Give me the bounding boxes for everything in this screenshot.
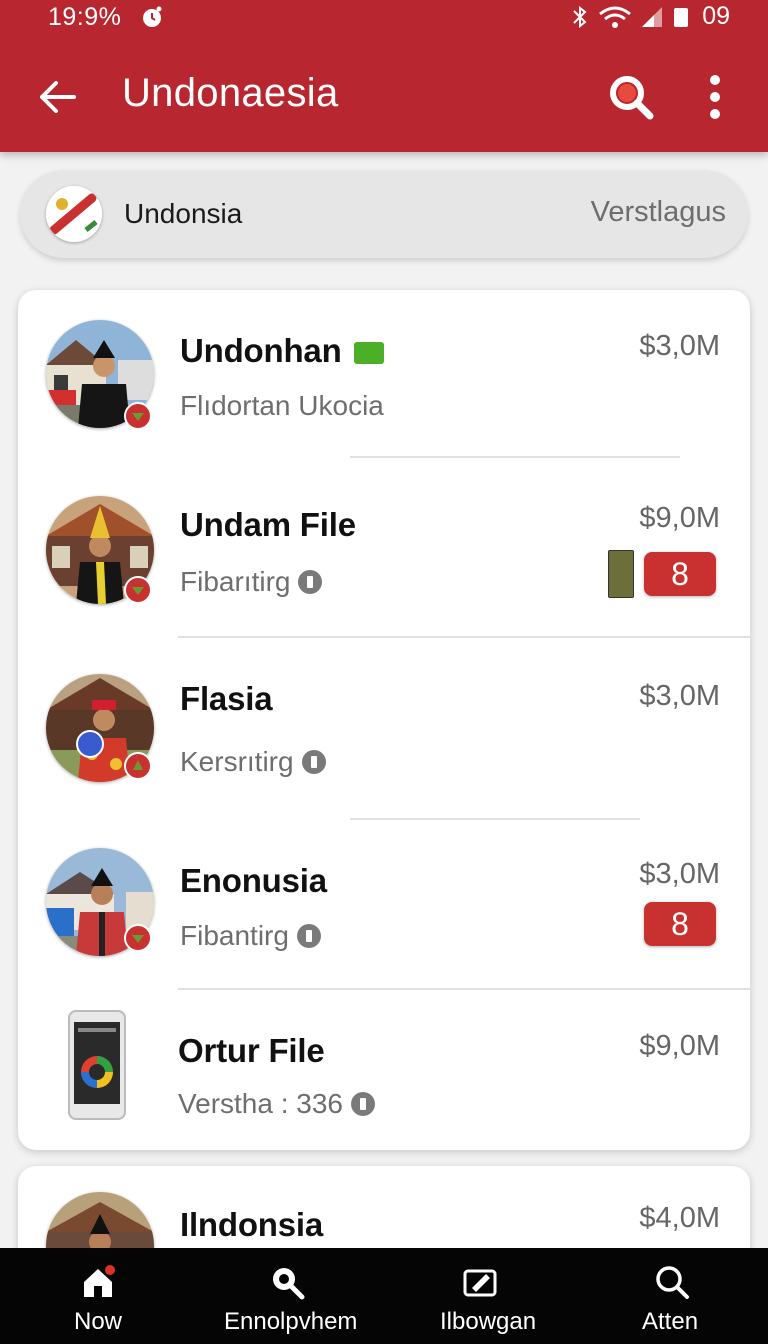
search-filter-label[interactable]: Verstlagus <box>591 196 726 229</box>
item-name: Ortur File <box>178 1032 325 1069</box>
nav-item-now[interactable]: Now <box>58 1248 138 1344</box>
item-subtitle: Kersrıtirg <box>180 746 326 778</box>
lock-icon <box>351 1092 376 1116</box>
app-bar: Undonaesia <box>0 52 768 142</box>
bluetooth-icon <box>573 5 587 28</box>
home-icon <box>84 1265 115 1297</box>
phone-icon <box>68 1010 126 1120</box>
nav-label: Now <box>74 1308 123 1335</box>
search-field[interactable]: Undonsia Verstlagus <box>20 170 748 258</box>
item-name: Flasia <box>180 680 273 717</box>
divider <box>178 636 750 638</box>
item-price: $9,0M <box>639 502 720 534</box>
edit-icon <box>463 1269 497 1297</box>
list-item[interactable]: Undam File Fibarıtirg $9,0M 8 <box>18 460 750 636</box>
list-item[interactable]: Ortur File Verstha : 336 $9,0M <box>18 990 750 1150</box>
search-icon[interactable] <box>606 72 656 122</box>
status-badge-icon <box>124 402 152 430</box>
lock-icon <box>301 750 326 774</box>
status-icons: 09 <box>570 2 730 31</box>
nav-label: Atten <box>642 1308 699 1335</box>
nav-item-ilbowgan[interactable]: Ilbowgan <box>430 1248 550 1344</box>
item-subtitle: Fibarıtirg <box>180 566 323 598</box>
more-vert-icon[interactable] <box>700 72 730 122</box>
item-price: $3,0M <box>639 330 720 362</box>
item-name: Undonhan <box>180 332 384 370</box>
status-badge-icon <box>76 730 104 758</box>
item-name: Undam File <box>180 506 356 543</box>
status-time: 19:9% <box>48 3 122 31</box>
battery-icon <box>674 7 689 27</box>
lock-icon <box>298 570 323 594</box>
card-icon <box>608 550 634 598</box>
item-price: $3,0M <box>639 680 720 712</box>
wifi-icon <box>599 6 632 28</box>
thumbs-up-icon <box>353 342 384 365</box>
back-arrow-icon[interactable] <box>34 74 80 120</box>
status-badge-icon <box>124 752 152 780</box>
item-price: $3,0M <box>639 858 720 890</box>
item-subtitle: Flıdortan Ukocia <box>180 390 384 421</box>
nav-label: Ennolpvhem <box>224 1308 358 1335</box>
page-title: Undonaesia <box>122 71 339 115</box>
flag-icon <box>46 186 102 242</box>
status-bar: 19:9% 09 <box>0 0 768 34</box>
item-name: Ilndonsia <box>180 1206 324 1243</box>
status-badge-icon <box>124 576 152 604</box>
nav-item-ennolpvhem[interactable]: Ennolpvhem <box>212 1248 362 1344</box>
nav-label: Ilbowgan <box>440 1308 537 1335</box>
item-subtitle: Verstha : 336 <box>178 1088 376 1120</box>
lock-icon <box>296 924 321 948</box>
count-badge: 8 <box>644 902 716 946</box>
search-icon <box>273 1268 305 1300</box>
app-bar-container: 19:9% 09 Undonaesia <box>0 0 768 152</box>
list-item[interactable]: Flasia Kersrıtirg $3,0M <box>18 640 750 818</box>
list-item[interactable]: Enonusia Fibantirg $3,0M 8 <box>18 820 750 988</box>
search-input[interactable]: Undonsia <box>124 198 242 230</box>
results-card: Undonhan Flıdortan Ukocia $3,0M Undam Fi… <box>18 290 750 1150</box>
signal-icon <box>642 6 663 27</box>
item-price: $9,0M <box>639 1030 720 1062</box>
bottom-nav: Now Ennolpvhem Ilbowgan Atten <box>0 1248 768 1344</box>
battery-text: 09 <box>702 2 730 30</box>
status-badge-icon <box>124 924 152 952</box>
item-name: Enonusia <box>180 862 327 899</box>
nav-item-atten[interactable]: Atten <box>630 1248 720 1344</box>
list-item[interactable]: Undonhan Flıdortan Ukocia $3,0M <box>18 290 750 456</box>
item-subtitle: Fibantirg <box>180 920 321 952</box>
divider <box>350 456 680 458</box>
item-price: $4,0M <box>639 1202 720 1234</box>
alarm-icon <box>143 6 162 27</box>
count-badge: 8 <box>644 552 716 596</box>
search-icon <box>656 1266 689 1299</box>
